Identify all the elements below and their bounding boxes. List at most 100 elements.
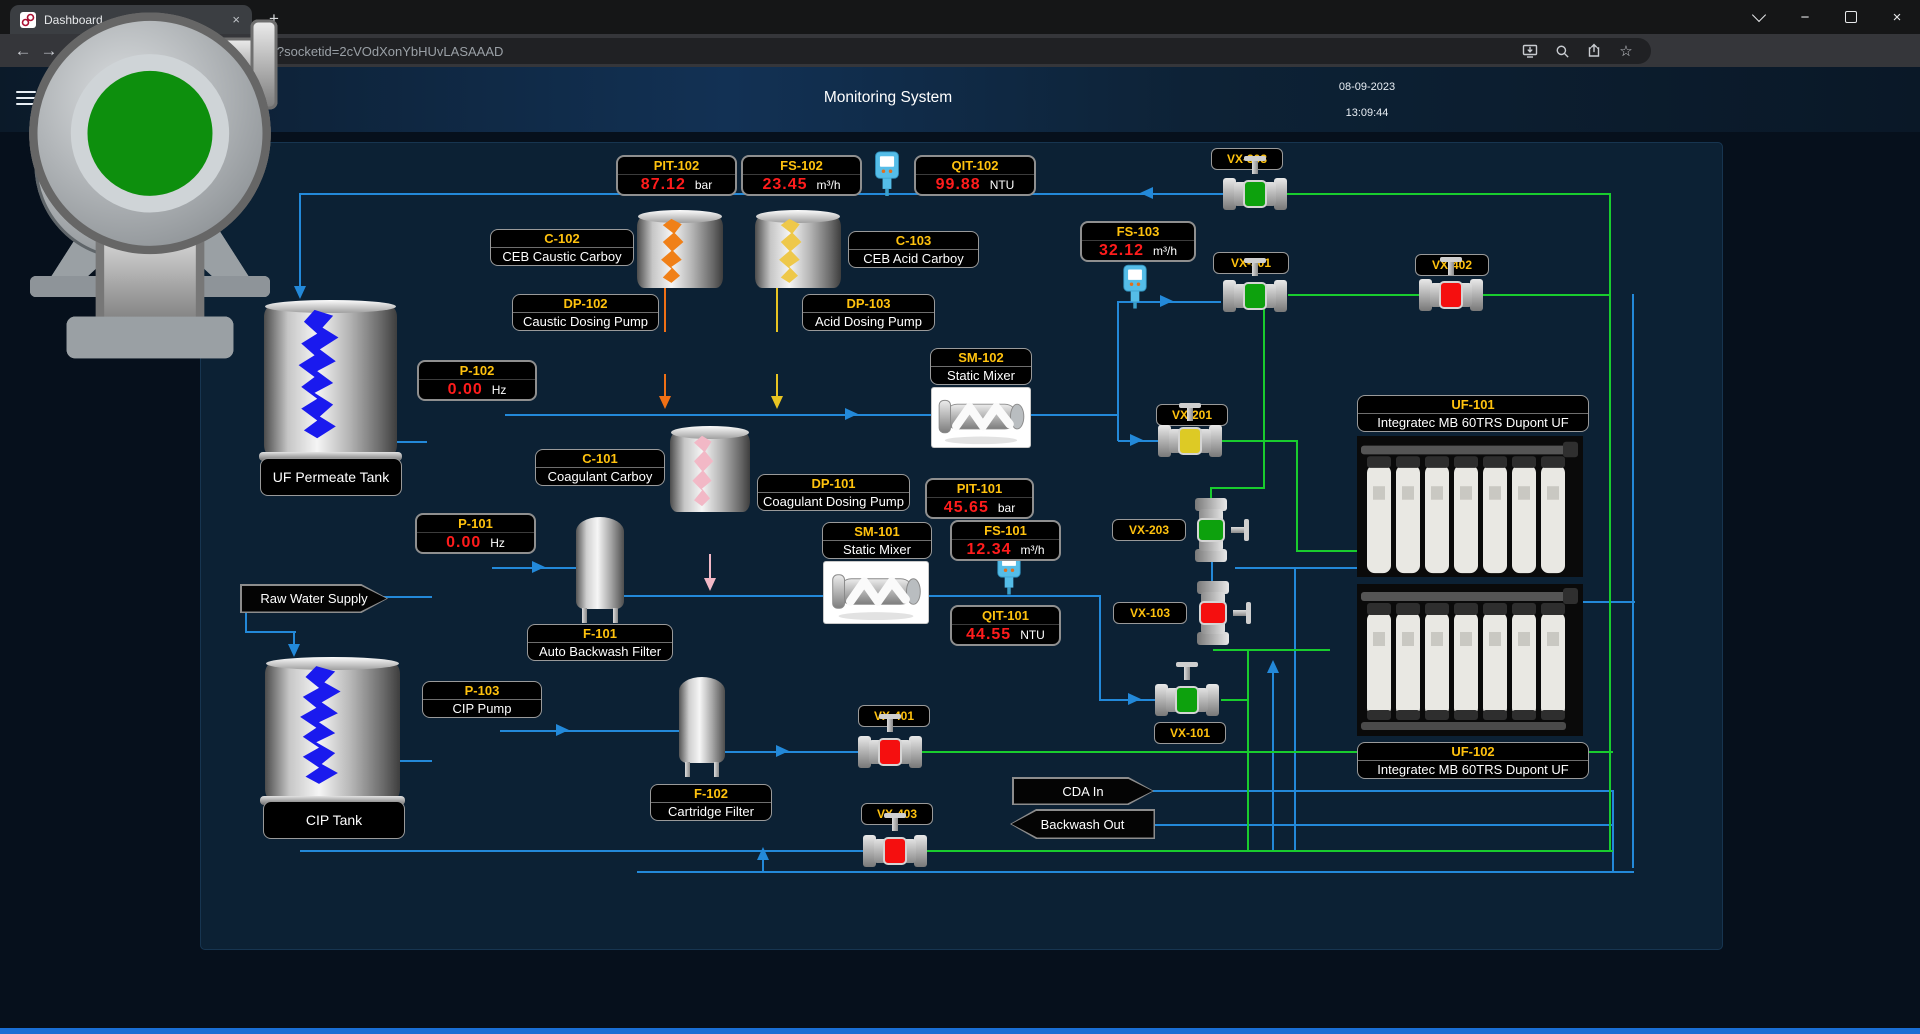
pipe (1272, 666, 1274, 851)
backwash-out-tag: Backwash Out (1010, 809, 1155, 839)
display-value: 44.55 (966, 626, 1011, 644)
valve-body (1439, 281, 1463, 309)
bookmark-star-icon[interactable]: ☆ (1615, 41, 1637, 61)
pipe (664, 288, 666, 332)
display-value: 87.12 (641, 176, 686, 194)
acid-carboy-tank (755, 210, 841, 290)
display-unit: m³/h (1153, 244, 1177, 258)
display-value: 23.45 (762, 176, 807, 194)
display-id: PIT-102 (618, 157, 735, 175)
valve-vx201[interactable] (1158, 419, 1222, 463)
pipe (1296, 440, 1298, 552)
flow-arrow (771, 396, 783, 409)
window-close-button[interactable]: × (1874, 0, 1920, 34)
valve-vx203[interactable] (1189, 498, 1233, 562)
label-p103: P-103 CIP Pump (422, 681, 542, 718)
label-c101: C-101 Coagulant Carboy (535, 449, 665, 486)
label-c103: C-103 CEB Acid Carboy (848, 231, 979, 268)
label-f102: F-102 Cartridge Filter (650, 784, 772, 821)
equipment-desc: Static Mixer (823, 541, 931, 558)
transmitter-fs103-icon (1122, 262, 1148, 310)
raw-water-supply-tag: Raw Water Supply (240, 584, 388, 613)
pipe (1222, 440, 1297, 442)
equipment-id: P-103 (423, 682, 541, 700)
equipment-id: F-102 (651, 785, 771, 803)
share-icon[interactable] (1583, 41, 1605, 61)
tag-text: Raw Water Supply (242, 586, 387, 612)
valve-body (883, 837, 907, 865)
valve-vx401[interactable] (858, 730, 922, 774)
pipe (1247, 649, 1249, 852)
valve-vx103[interactable] (1191, 581, 1235, 645)
flow-arrow (845, 408, 858, 420)
equipment-id: SM-102 (931, 349, 1031, 367)
equipment-id: SM-101 (823, 523, 931, 541)
valve-label-vx101: VX-101 (1154, 722, 1226, 744)
display-pit102: PIT-102 87.12bar (616, 155, 737, 196)
label-dp101: DP-101 Coagulant Dosing Pump (757, 474, 910, 511)
tank-liquid (755, 210, 841, 290)
pipe (1211, 487, 1265, 489)
flow-arrow (1160, 295, 1173, 307)
display-fs103: FS-103 32.12m³/h (1080, 221, 1196, 262)
header-time: 13:09:44 (1322, 107, 1412, 119)
valve-vx301[interactable] (1223, 274, 1287, 318)
label-sm101: SM-101 Static Mixer (822, 522, 932, 559)
equipment-id: DP-101 (758, 475, 909, 493)
label-cip-tank: CIP Tank (263, 801, 405, 839)
label-uf101: UF-101 Integratec MB 60TRS Dupont UF (1357, 395, 1589, 432)
pipe (1153, 790, 1613, 792)
equipment-desc: Acid Dosing Pump (803, 313, 934, 330)
display-id: FS-101 (952, 522, 1059, 540)
equipment-desc: Coagulant Carboy (536, 468, 664, 485)
equipment-desc: CEB Acid Carboy (849, 250, 978, 267)
display-qit102: QIT-102 99.88NTU (914, 155, 1036, 196)
display-id: QIT-102 (916, 157, 1034, 175)
pipe (1221, 699, 1249, 701)
valve-vx303[interactable] (1223, 172, 1287, 216)
pipe (1153, 824, 1613, 826)
window-restore-button[interactable] (1828, 0, 1874, 34)
valve-body (1175, 686, 1199, 714)
equipment-id: DP-102 (513, 295, 658, 313)
pipe (1294, 567, 1296, 852)
label-dp103: DP-103 Acid Dosing Pump (802, 294, 935, 331)
cip-tank (265, 657, 400, 802)
display-id: FS-102 (743, 157, 860, 175)
pipe (709, 554, 711, 578)
display-qit101: QIT-101 44.55NTU (950, 605, 1061, 646)
flow-arrow (757, 847, 769, 860)
cda-in-tag: CDA In (1012, 777, 1154, 805)
auto-backwash-filter-vessel (576, 517, 624, 623)
pipe (400, 760, 432, 762)
window-chevron-icon[interactable] (1736, 0, 1782, 34)
valve-body (1243, 180, 1267, 208)
url-bar[interactable]: i localhost:1880/ui/#!/0?socketid=2cVOdX… (118, 38, 1651, 64)
flow-arrow (1130, 434, 1143, 446)
equipment-desc: Static Mixer (931, 367, 1031, 384)
search-icon[interactable] (1551, 41, 1573, 61)
valve-vx402[interactable] (1419, 273, 1483, 317)
install-app-icon[interactable] (1519, 41, 1541, 61)
valve-body (1197, 518, 1225, 542)
pipe (1609, 193, 1611, 852)
valve-body (1178, 427, 1202, 455)
equipment-id: C-102 (491, 230, 633, 248)
valve-vx101[interactable] (1155, 678, 1219, 722)
valve-vx403[interactable] (863, 829, 927, 873)
pipe (1099, 595, 1101, 701)
flow-arrow (776, 745, 789, 757)
tank-liquid (637, 210, 723, 290)
pipe (637, 871, 1634, 873)
display-id: QIT-101 (952, 607, 1059, 625)
pipe (776, 374, 778, 396)
display-pit101: PIT-101 45.65bar (925, 478, 1034, 519)
taskbar-strip (0, 1028, 1920, 1034)
window-minimize-button[interactable]: − (1782, 0, 1828, 34)
valve-body (1199, 601, 1227, 625)
equipment-id: UF-102 (1358, 743, 1588, 761)
display-id: P-101 (417, 515, 534, 533)
valve-body (878, 738, 902, 766)
pipe (1297, 550, 1357, 552)
display-id: FS-103 (1082, 223, 1194, 241)
